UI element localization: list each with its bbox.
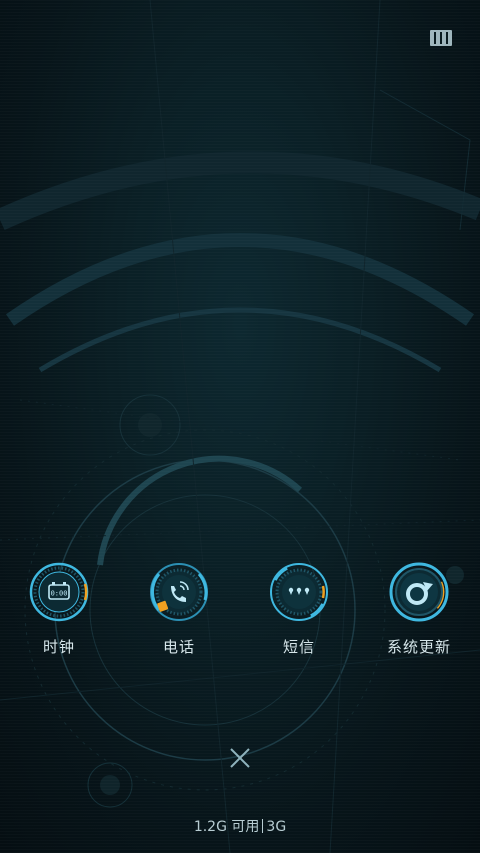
- phone-icon: [150, 563, 208, 621]
- recent-apps-screen: 0:00 时钟 电话 短信 系统更新 1.2G 可用 3G: [0, 0, 480, 853]
- app-messages[interactable]: 短信: [244, 562, 354, 662]
- app-label: 时钟: [42, 638, 75, 656]
- app-label: 电话: [162, 638, 195, 656]
- menu-button[interactable]: [430, 30, 452, 46]
- clock-icon: 0:00: [29, 562, 89, 622]
- separator: [262, 819, 264, 833]
- background-hud-art: [0, 0, 480, 853]
- memory-network: 3G: [266, 819, 287, 835]
- message-icon: [270, 563, 328, 621]
- app-system-update[interactable]: 系统更新: [364, 562, 474, 662]
- menu-icon: [430, 30, 452, 46]
- app-clock[interactable]: 0:00 时钟: [4, 562, 114, 662]
- app-label: 短信: [282, 638, 315, 656]
- system-update-icon: [389, 562, 449, 622]
- memory-status: 1.2G 可用 3G: [0, 816, 480, 836]
- memory-available: 1.2G 可用: [193, 819, 260, 835]
- app-phone[interactable]: 电话: [124, 562, 234, 662]
- app-label: 系统更新: [386, 638, 451, 656]
- svg-text:0:00: 0:00: [51, 590, 68, 598]
- close-icon: [230, 748, 250, 768]
- close-all-button[interactable]: [226, 744, 254, 772]
